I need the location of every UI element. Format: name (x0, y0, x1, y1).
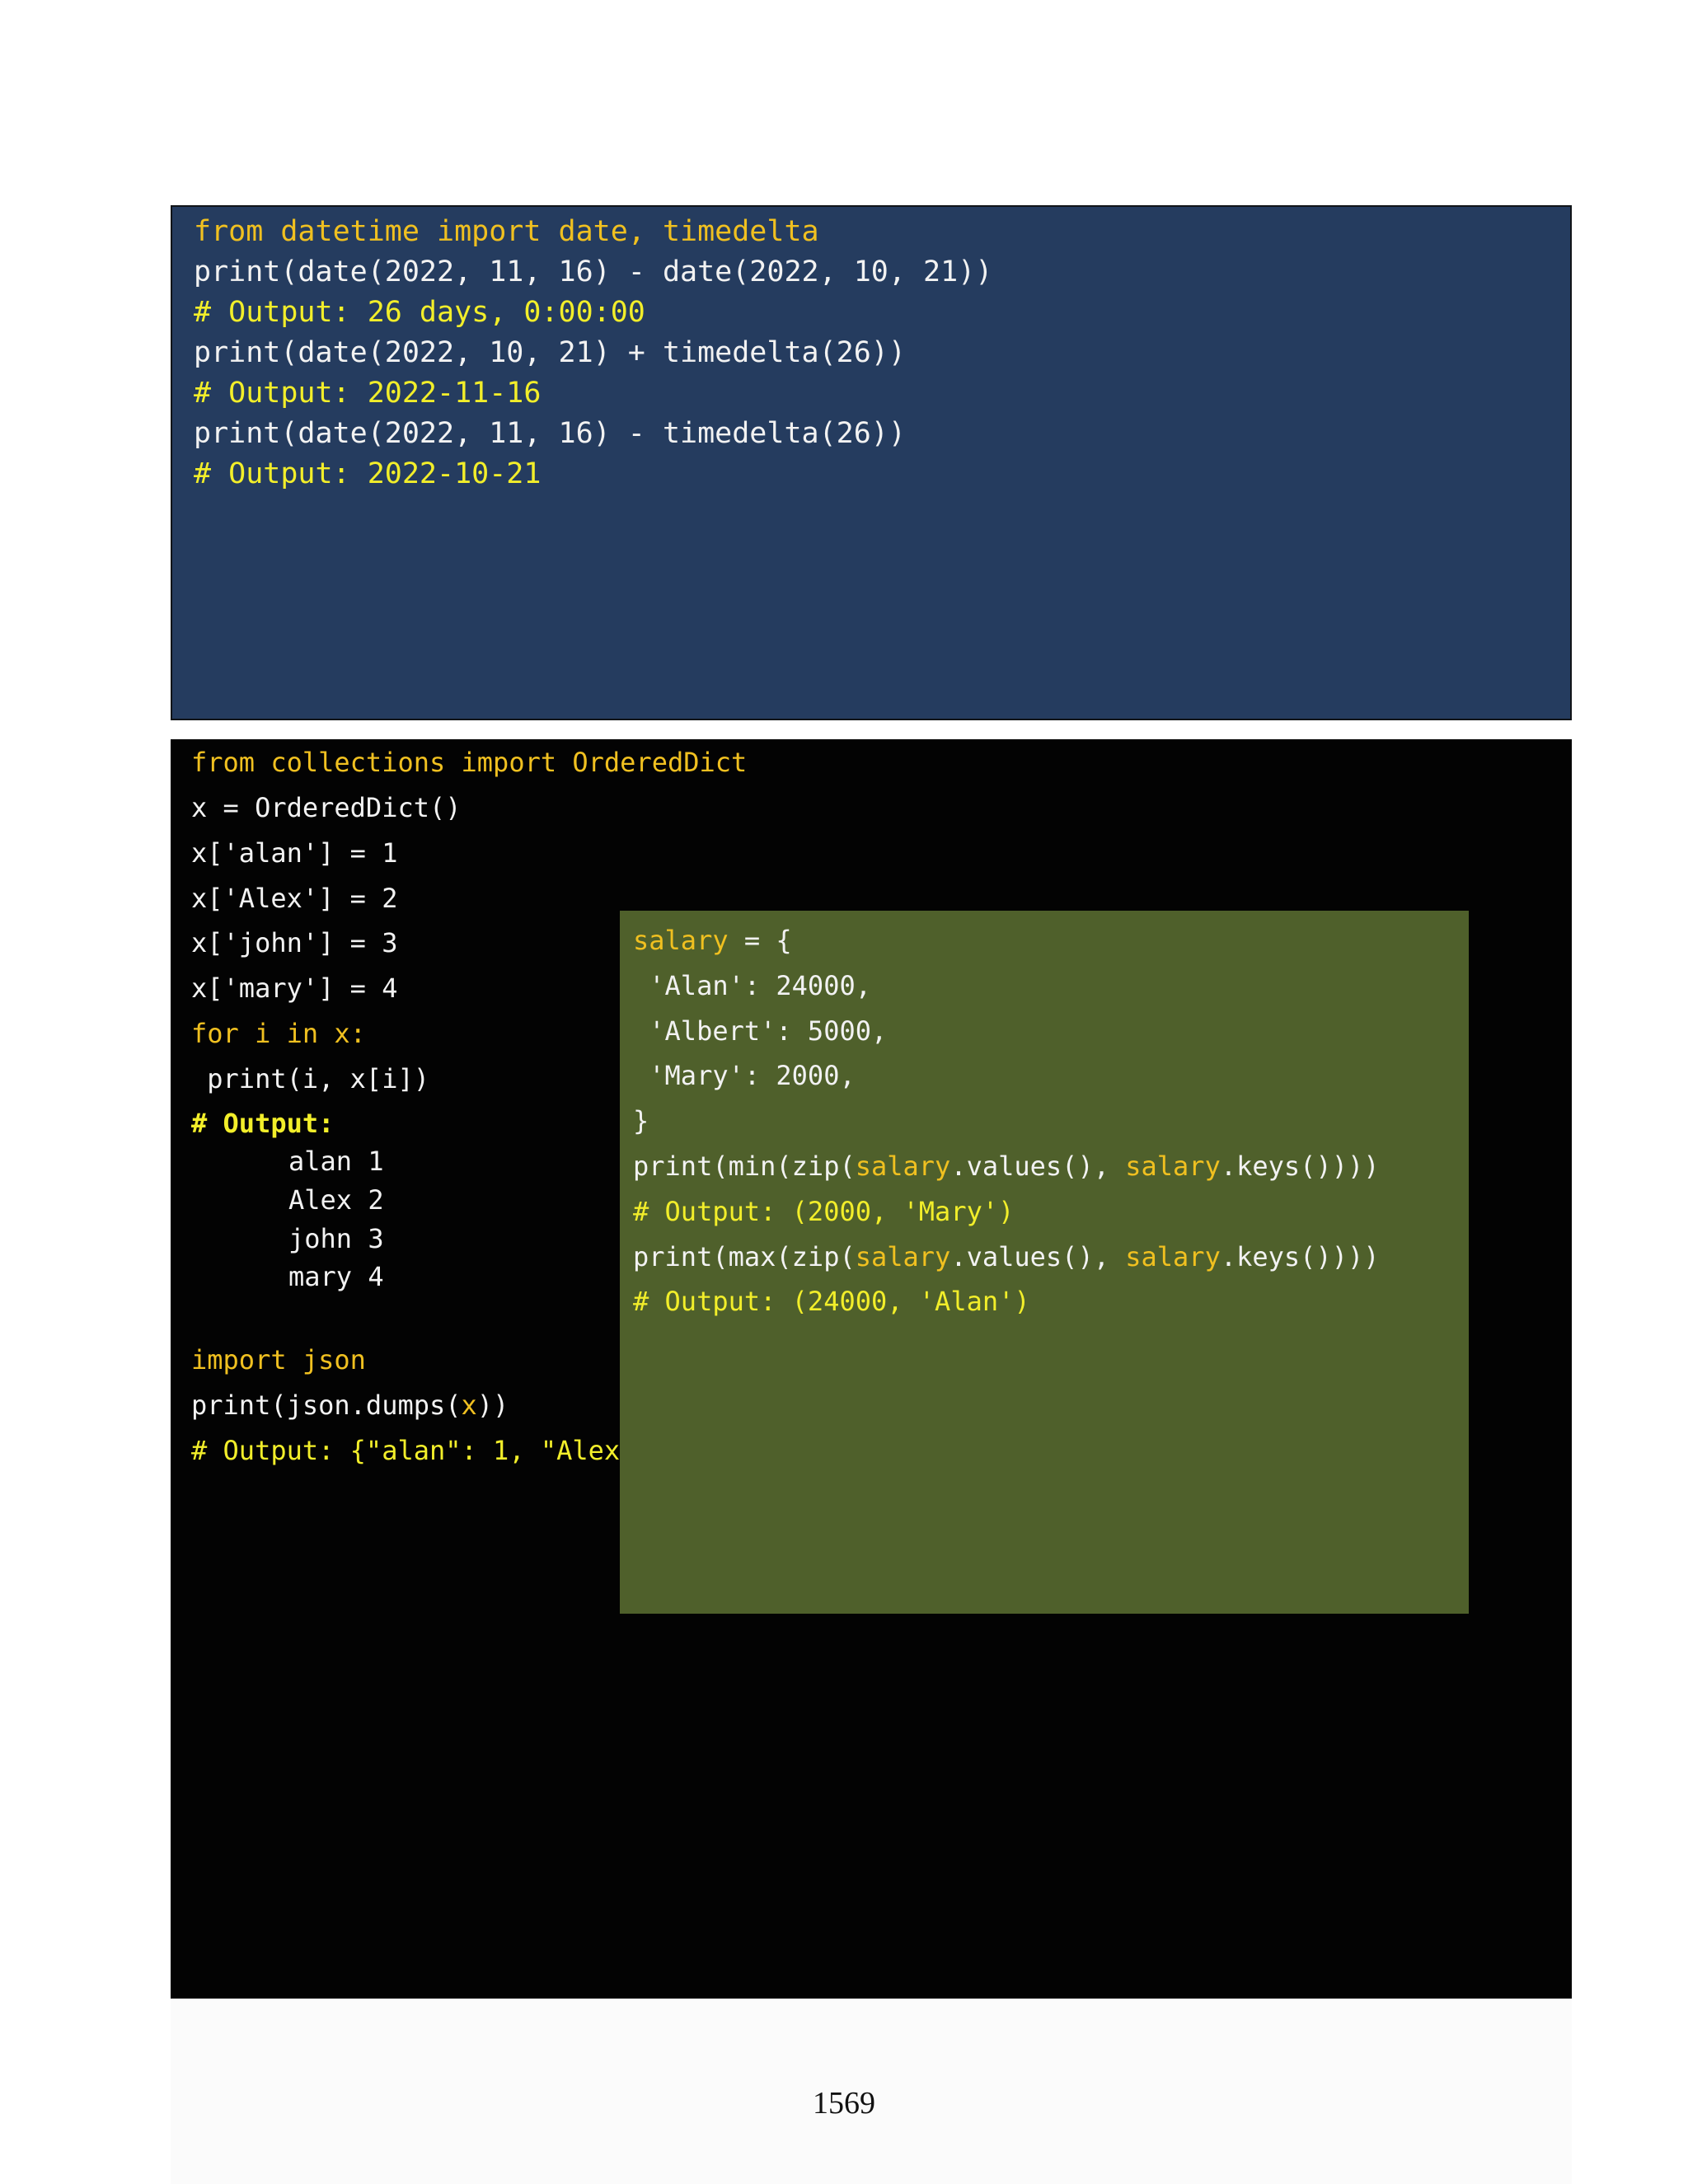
output-line-alan: alan 1 (288, 1146, 384, 1177)
date-subtraction-line: print(date(2022, 11, 16) - date(2022, 10… (194, 255, 993, 288)
page-number: 1569 (813, 2086, 875, 2121)
json-dumps-line: print(json.dumps(x)) (191, 1390, 509, 1421)
min-zip-line: print(min(zip(salary.values(), salary.ke… (633, 1151, 1380, 1182)
assign-alan-line: x['alan'] = 1 (191, 837, 398, 869)
datetime-import-line: from datetime import date, timedelta (194, 215, 819, 248)
ordereddict-create-line: x = OrderedDict() (191, 792, 462, 823)
output-line-mary: mary 4 (288, 1261, 384, 1292)
assign-alex-line: x['Alex'] = 2 (191, 883, 398, 914)
salary-code-block: salary = { 'Alan': 24000, 'Albert': 5000… (620, 911, 1469, 1614)
output-label: # Output: (191, 1108, 335, 1139)
datetime-code-block: from datetime import date, timedelta pri… (171, 205, 1572, 720)
salary-dict-close-line: } (633, 1105, 649, 1137)
min-zip-output: # Output: (2000, 'Mary') (633, 1196, 1015, 1227)
collections-import-line: from collections import OrderedDict (191, 747, 748, 778)
timedelta-subtraction-output: # Output: 2022-10-21 (194, 457, 542, 490)
loop-print-line: print(i, x[i]) (191, 1063, 429, 1094)
salary-entry-alan: 'Alan': 24000, (633, 970, 871, 1001)
date-subtraction-output: # Output: 26 days, 0:00:00 (194, 296, 645, 329)
max-zip-output: # Output: (24000, 'Alan') (633, 1286, 1030, 1317)
salary-dict-open-line: salary = { (633, 925, 792, 956)
date-addition-line: print(date(2022, 10, 21) + timedelta(26)… (194, 336, 906, 369)
assign-mary-line: x['mary'] = 4 (191, 972, 398, 1004)
timedelta-subtraction-line: print(date(2022, 11, 16) - timedelta(26)… (194, 417, 906, 450)
salary-entry-mary: 'Mary': 2000, (633, 1060, 856, 1091)
json-import-line: import json (191, 1344, 366, 1376)
salary-entry-albert: 'Albert': 5000, (633, 1015, 888, 1047)
assign-john-line: x['john'] = 3 (191, 927, 398, 958)
max-zip-line: print(max(zip(salary.values(), salary.ke… (633, 1241, 1380, 1272)
output-line-john: john 3 (288, 1223, 384, 1254)
date-addition-output: # Output: 2022-11-16 (194, 377, 542, 410)
for-loop-line: for i in x: (191, 1018, 366, 1049)
output-line-alex: Alex 2 (288, 1184, 384, 1216)
